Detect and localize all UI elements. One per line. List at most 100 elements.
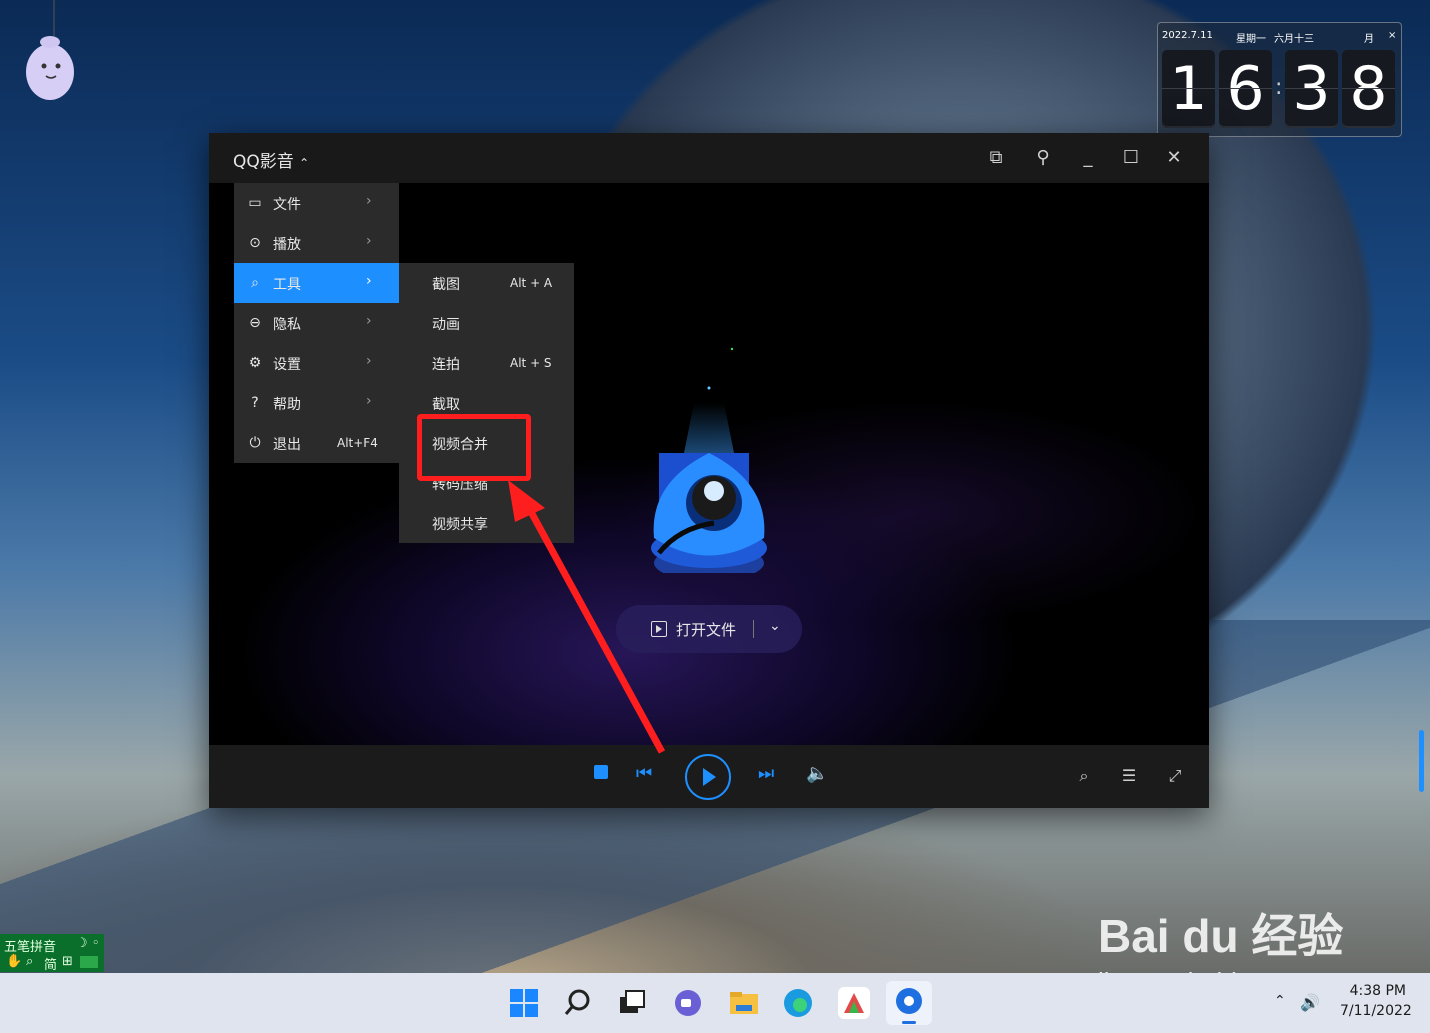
edge-icon[interactable] <box>782 987 814 1019</box>
clock-date: 2022.7.11 <box>1162 30 1213 41</box>
chevron-right-icon: › <box>366 313 372 329</box>
ime-toolbar[interactable]: 五笔拼音 ☽ ◦ ✋ ⌕ 简 ⊞ <box>0 934 104 973</box>
pin-icon[interactable]: ⚲ <box>1032 147 1054 169</box>
volume-icon[interactable]: 🔈 <box>806 763 828 784</box>
submenu-item-burst[interactable]: 连拍 Alt + S <box>399 343 574 383</box>
search-icon[interactable] <box>562 987 594 1019</box>
moon-icon[interactable]: ☽ ◦ <box>76 936 99 951</box>
ime-mode-label: 五笔拼音 <box>4 940 57 955</box>
previous-icon[interactable]: ⏮ <box>636 763 652 784</box>
menu-item-label: 帮助 <box>273 397 301 413</box>
keyboard-icon[interactable] <box>80 956 98 968</box>
qq-player-icon[interactable] <box>886 981 932 1025</box>
submenu-item-shortcut: Alt + A <box>510 276 553 290</box>
app-title: QQ影音 <box>233 152 294 172</box>
menu-item-play[interactable]: ⊙ 播放 › <box>234 223 399 263</box>
fullscreen-icon[interactable]: ⤢ <box>1164 766 1186 788</box>
qq-player-window: QQ影音 ⌃ ⧉ ⚲ _ ☐ ✕ 打开文件 ⌄ ⏮ ⏭ 🔈 ⌕ ☰ ⤢ ▭ 文件… <box>209 133 1209 808</box>
chevron-right-icon: › <box>366 353 372 369</box>
start-icon[interactable] <box>508 987 540 1019</box>
speaker-icon[interactable]: 🔊 <box>1300 993 1320 1012</box>
next-icon[interactable]: ⏭ <box>758 763 774 784</box>
menu-item-privacy[interactable]: ⊖ 隐私 › <box>234 303 399 343</box>
open-file-button[interactable]: 打开文件 ⌄ <box>616 605 802 653</box>
chat-icon[interactable] <box>672 987 704 1019</box>
task-view-icon[interactable] <box>616 987 648 1019</box>
menu-item-label: 文件 <box>273 197 301 213</box>
playback-controls: ⏮ ⏭ 🔈 ⌕ ☰ ⤢ <box>209 745 1209 808</box>
taskbar-date[interactable]: 7/11/2022 <box>1340 1003 1412 1019</box>
open-file-icon <box>651 621 667 637</box>
clock-close-button[interactable]: × <box>1388 30 1396 41</box>
menu-item-label: 设置 <box>273 357 301 373</box>
gear-icon: ⚙ <box>248 355 262 371</box>
power-icon: ⏻ <box>249 435 261 451</box>
hand-icon[interactable]: ✋ <box>6 954 22 969</box>
maximize-icon[interactable]: ☐ <box>1120 147 1142 169</box>
chevron-down-icon[interactable]: ⌄ <box>769 618 781 634</box>
caret-up-icon: ⌃ <box>299 156 310 170</box>
chevron-up-icon[interactable]: ⌃ <box>1274 993 1286 1009</box>
submenu-item-label: 截取 <box>432 397 460 413</box>
clock-digit-hour-ones: 6 <box>1219 50 1272 128</box>
tools-submenu: 截图 Alt + A 动画 连拍 Alt + S 截取 视频合并 转码压缩 视频… <box>399 263 574 543</box>
search-icon[interactable]: ⌕ <box>26 954 33 969</box>
chevron-right-icon: › <box>366 393 372 409</box>
open-file-divider <box>753 620 754 638</box>
screenshot-tool-icon[interactable]: ⌕ <box>1073 766 1095 788</box>
clock-widget: 2022.7.11 星期一 六月十三 月 × 1 6 : 3 8 <box>1157 22 1402 137</box>
file-explorer-icon[interactable] <box>728 987 760 1019</box>
menu-item-label: 工具 <box>273 277 301 293</box>
taskbar: ⌃ 🔊 4:38 PM 7/11/2022 <box>0 973 1430 1033</box>
paint-icon[interactable] <box>838 987 870 1019</box>
submenu-item-animation[interactable]: 动画 <box>399 303 574 343</box>
app-menu-button[interactable]: QQ影音 ⌃ <box>233 147 309 172</box>
menu-item-tools[interactable]: ⌕ 工具 › <box>234 263 399 303</box>
title-bar: QQ影音 ⌃ ⧉ ⚲ _ ☐ ✕ <box>209 133 1209 183</box>
submenu-item-label: 视频共享 <box>432 517 488 533</box>
clock-moon-button[interactable]: 月 <box>1364 30 1374 45</box>
help-icon: ? <box>251 395 259 411</box>
main-menu: ▭ 文件 › ⊙ 播放 › ⌕ 工具 › ⊖ 隐私 › ⚙ 设置 › ? 帮助 … <box>234 183 399 463</box>
adjust-icon[interactable]: ☰ <box>1118 766 1140 788</box>
chevron-right-icon: › <box>366 193 372 209</box>
menu-item-label: 退出 <box>273 437 301 453</box>
ime-charset[interactable]: 简 <box>44 954 57 973</box>
submenu-item-label: 截图 <box>432 277 460 293</box>
menu-item-label: 播放 <box>273 237 301 253</box>
submenu-item-label: 动画 <box>432 317 460 333</box>
mascot-sticker <box>26 0 74 100</box>
clock-digit-minute-ones: 8 <box>1342 50 1395 128</box>
minimize-icon[interactable]: _ <box>1077 147 1099 169</box>
grid-icon[interactable]: ⊞ <box>62 954 73 969</box>
watermark-main: Bai du 经验 <box>1098 910 1344 962</box>
close-icon[interactable]: ✕ <box>1163 147 1185 169</box>
menu-item-exit[interactable]: ⏻ 退出 Alt+F4 <box>234 423 399 463</box>
clock-digit-hour-tens: 1 <box>1162 50 1215 128</box>
open-file-label: 打开文件 <box>676 621 737 639</box>
menu-item-file[interactable]: ▭ 文件 › <box>234 183 399 223</box>
side-slider[interactable] <box>1419 730 1424 792</box>
menu-item-shortcut: Alt+F4 <box>337 436 378 450</box>
folder-icon: ▭ <box>248 195 262 211</box>
clock-colon: : <box>1275 75 1283 100</box>
taskbar-time[interactable]: 4:38 PM <box>1340 983 1406 999</box>
mini-mode-icon[interactable]: ⧉ <box>985 147 1007 169</box>
stop-icon[interactable] <box>594 765 608 779</box>
clock-lunar: 六月十三 <box>1274 34 1314 45</box>
submenu-item-video-share[interactable]: 视频共享 <box>399 503 574 543</box>
play-button[interactable] <box>685 754 731 800</box>
tools-icon: ⌕ <box>251 275 259 291</box>
menu-item-settings[interactable]: ⚙ 设置 › <box>234 343 399 383</box>
clock-info-bar: 2022.7.11 星期一 六月十三 月 × <box>1162 27 1396 45</box>
menu-item-label: 隐私 <box>273 317 301 333</box>
submenu-item-shortcut: Alt + S <box>510 356 552 370</box>
qq-player-logo <box>651 347 767 573</box>
play-circle-icon: ⊙ <box>249 235 261 251</box>
highlight-box <box>417 414 531 481</box>
submenu-item-label: 连拍 <box>432 357 460 373</box>
menu-item-help[interactable]: ? 帮助 › <box>234 383 399 423</box>
clock-digit-minute-tens: 3 <box>1285 50 1338 128</box>
clock-weekday: 星期一 <box>1236 34 1266 45</box>
submenu-item-screenshot[interactable]: 截图 Alt + A <box>399 263 574 303</box>
